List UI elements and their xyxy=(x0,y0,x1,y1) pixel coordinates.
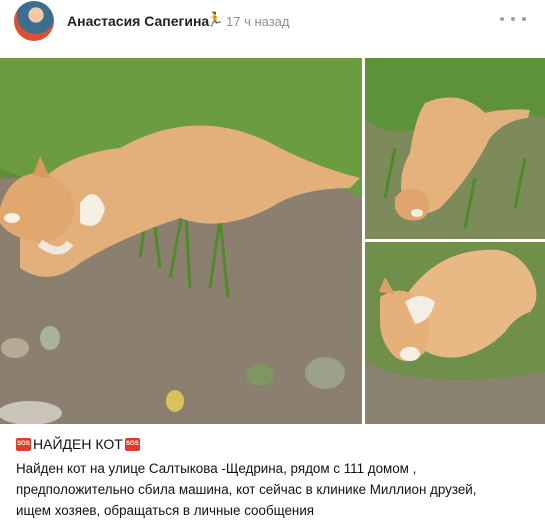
post-text-line: Найден кот на улице Салтыкова -Щедрина, … xyxy=(16,461,417,476)
sos-icon: SOS xyxy=(16,437,31,451)
sos-icon: SOS xyxy=(124,437,140,451)
photo-top-right[interactable] xyxy=(365,58,545,239)
author-name[interactable]: Анастасия Сапегина xyxy=(67,13,209,29)
post-text: Найден кот на улице Салтыкова -Щедрина, … xyxy=(16,458,536,521)
post-text-line: ищем хозяев, обращаться в личные сообщен… xyxy=(16,503,315,518)
post-time[interactable]: 17 ч назад xyxy=(226,14,290,29)
post-header: Анастасия Сапегина 🏃 17 ч назад xyxy=(0,0,545,44)
photo-main[interactable] xyxy=(0,58,362,424)
runner-emoji: 🏃 xyxy=(206,11,224,27)
photo-bottom-right[interactable] xyxy=(365,242,545,424)
avatar[interactable] xyxy=(14,1,54,41)
post-text-line: предположительно сбила машина, кот сейча… xyxy=(16,482,477,497)
more-options-icon[interactable] xyxy=(500,12,526,26)
post-title: SOS НАЙДЕН КОТ SOS xyxy=(16,436,140,452)
post-title-text: НАЙДЕН КОТ xyxy=(33,436,123,452)
